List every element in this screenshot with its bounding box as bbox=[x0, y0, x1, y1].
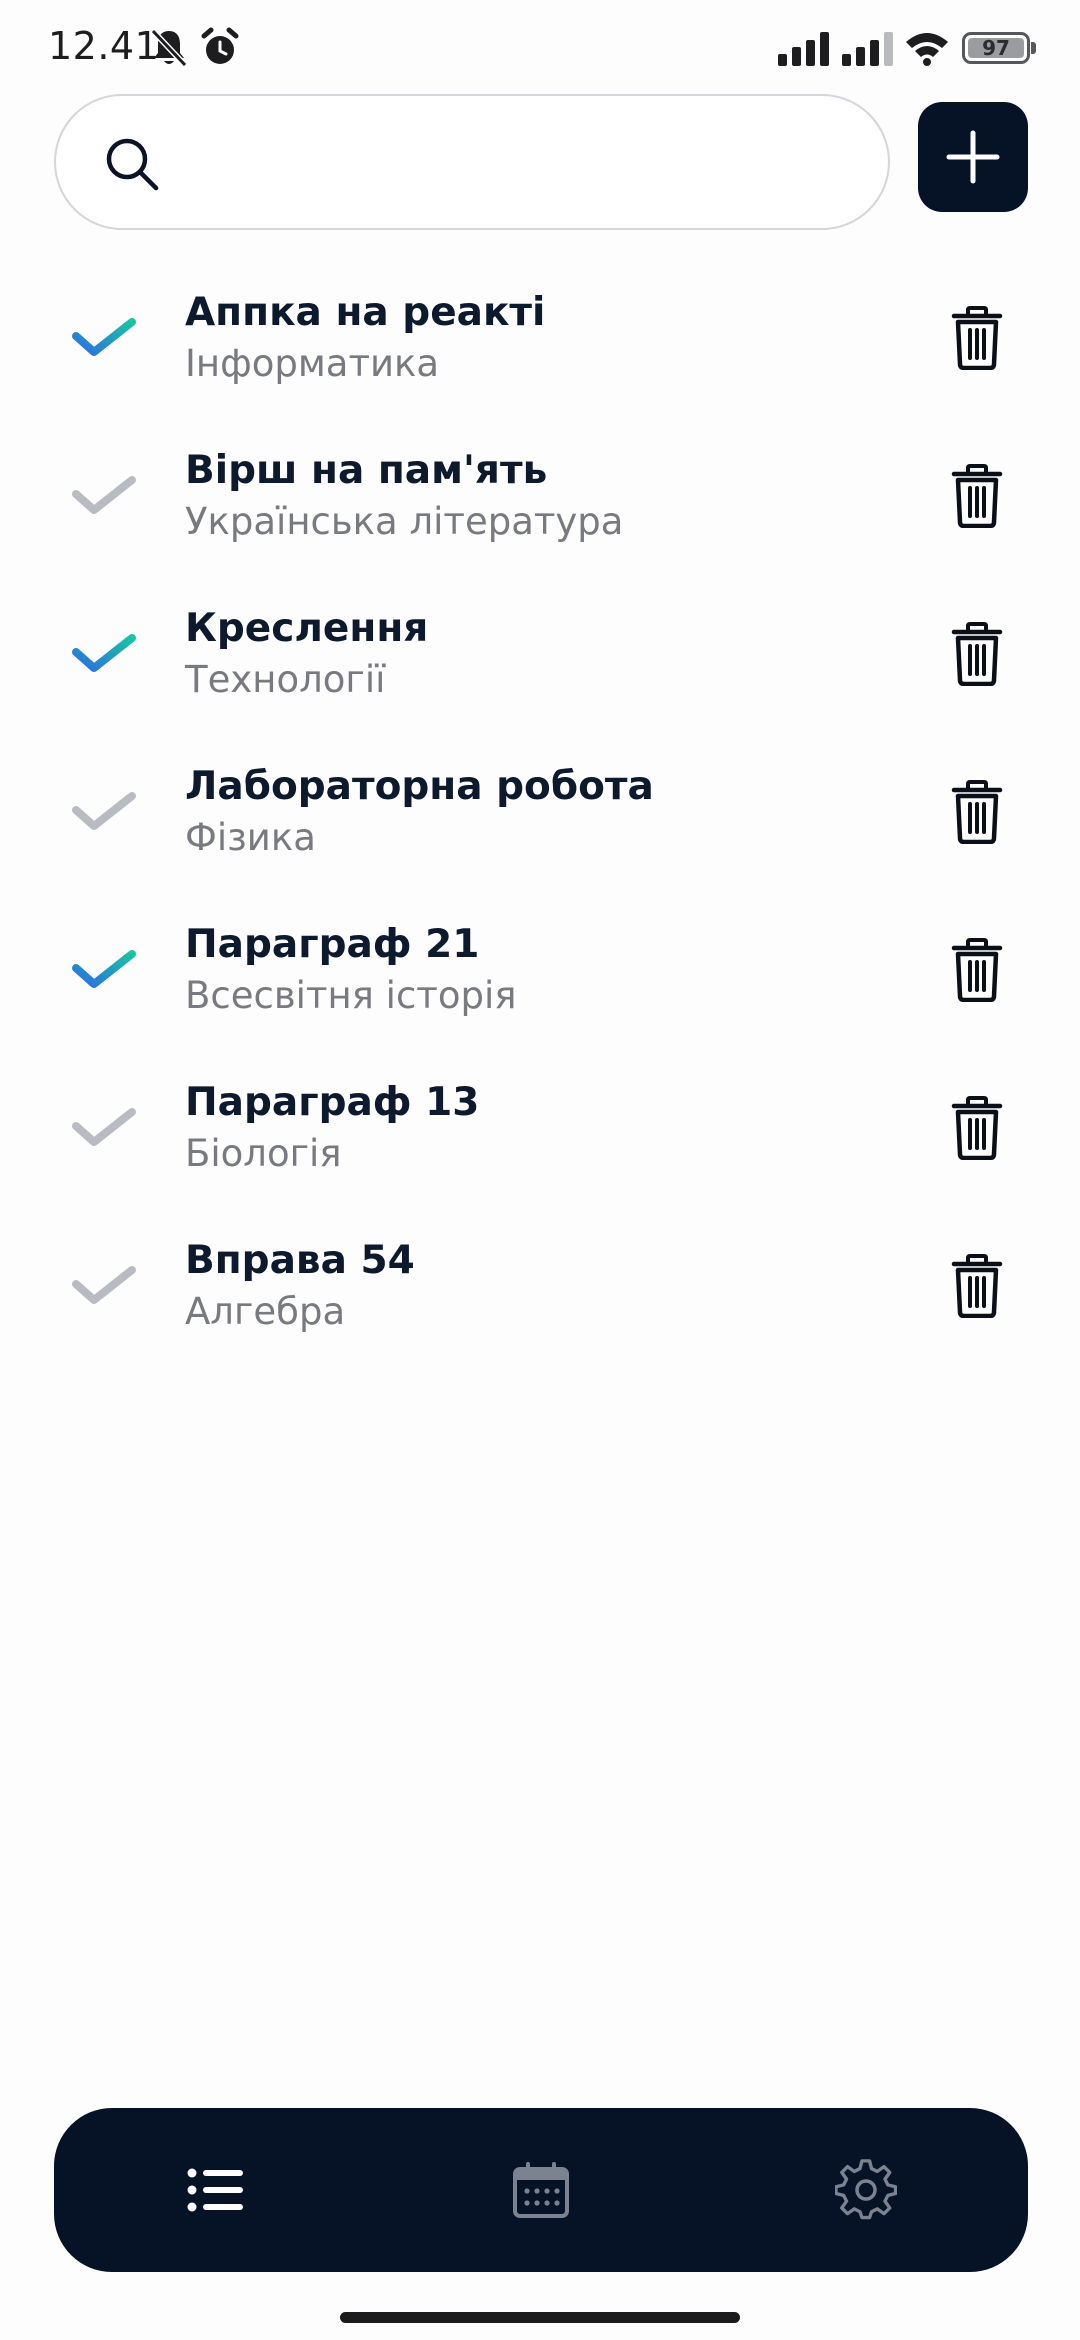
task-row[interactable]: Вірш на пам'ять Українська література bbox=[0, 428, 1080, 586]
task-row[interactable]: Вправа 54 Алгебра bbox=[0, 1218, 1080, 1376]
nav-tab-settings[interactable] bbox=[704, 2108, 1028, 2272]
trash-icon[interactable] bbox=[950, 1096, 1004, 1160]
trash-icon[interactable] bbox=[950, 464, 1004, 528]
list-icon bbox=[187, 2168, 243, 2212]
trash-icon[interactable] bbox=[950, 938, 1004, 1002]
add-task-button[interactable] bbox=[918, 102, 1028, 212]
task-row[interactable]: Параграф 21 Всесвітня історія bbox=[0, 902, 1080, 1060]
trash-icon[interactable] bbox=[950, 1254, 1004, 1318]
task-subject: Фізика bbox=[185, 816, 316, 859]
signal-icon bbox=[778, 32, 829, 66]
task-title: Аппка на реакті bbox=[185, 290, 546, 335]
status-time: 12.41 bbox=[48, 24, 160, 68]
check-pending-icon[interactable] bbox=[70, 1100, 140, 1156]
trash-icon[interactable] bbox=[950, 306, 1004, 370]
search-icon bbox=[106, 138, 159, 191]
app-screen: 12.41 97 Аппка на реакті Інформатика Вір… bbox=[0, 0, 1080, 2340]
battery-icon: 97 bbox=[962, 32, 1030, 64]
task-row[interactable]: Креслення Технології bbox=[0, 586, 1080, 744]
calendar-icon bbox=[513, 2162, 569, 2218]
task-subject: Інформатика bbox=[185, 342, 440, 385]
task-title: Вправа 54 bbox=[185, 1238, 415, 1283]
nav-tab-list[interactable] bbox=[54, 2108, 378, 2272]
check-done-icon[interactable] bbox=[70, 942, 140, 998]
task-row[interactable]: Аппка на реакті Інформатика bbox=[0, 270, 1080, 428]
search-bar[interactable] bbox=[54, 94, 890, 230]
trash-icon[interactable] bbox=[950, 780, 1004, 844]
check-done-icon[interactable] bbox=[70, 626, 140, 682]
task-row[interactable]: Параграф 13 Біологія bbox=[0, 1060, 1080, 1218]
alarm-icon bbox=[201, 27, 239, 64]
task-subject: Українська література bbox=[185, 500, 624, 543]
check-pending-icon[interactable] bbox=[70, 468, 140, 524]
task-title: Креслення bbox=[185, 606, 429, 651]
battery-nub bbox=[1031, 42, 1036, 54]
status-bar: 12.41 97 bbox=[0, 0, 1080, 100]
trash-icon[interactable] bbox=[950, 622, 1004, 686]
bell-muted-icon bbox=[150, 28, 188, 68]
nav-tab-calendar[interactable] bbox=[379, 2108, 703, 2272]
check-pending-icon[interactable] bbox=[70, 784, 140, 840]
task-subject: Алгебра bbox=[185, 1290, 346, 1333]
battery-level: 97 bbox=[982, 36, 1010, 60]
task-title: Параграф 21 bbox=[185, 922, 480, 967]
task-subject: Технології bbox=[185, 658, 386, 701]
bottom-navigation bbox=[54, 2108, 1028, 2272]
plus-icon bbox=[946, 130, 1000, 184]
task-title: Лабораторна робота bbox=[185, 764, 654, 809]
check-done-icon[interactable] bbox=[70, 310, 140, 366]
check-pending-icon[interactable] bbox=[70, 1258, 140, 1314]
wifi-icon bbox=[906, 33, 948, 66]
task-list: Аппка на реакті Інформатика Вірш на пам'ят… bbox=[0, 270, 1080, 1376]
settings-gear-icon bbox=[835, 2159, 897, 2220]
task-subject: Біологія bbox=[185, 1132, 342, 1175]
search-input[interactable] bbox=[176, 126, 860, 200]
task-title: Вірш на пам'ять bbox=[185, 448, 548, 493]
task-row[interactable]: Лабораторна робота Фізика bbox=[0, 744, 1080, 902]
home-indicator[interactable] bbox=[340, 2312, 740, 2323]
task-title: Параграф 13 bbox=[185, 1080, 480, 1125]
task-subject: Всесвітня історія bbox=[185, 974, 517, 1017]
signal-icon bbox=[842, 32, 893, 66]
